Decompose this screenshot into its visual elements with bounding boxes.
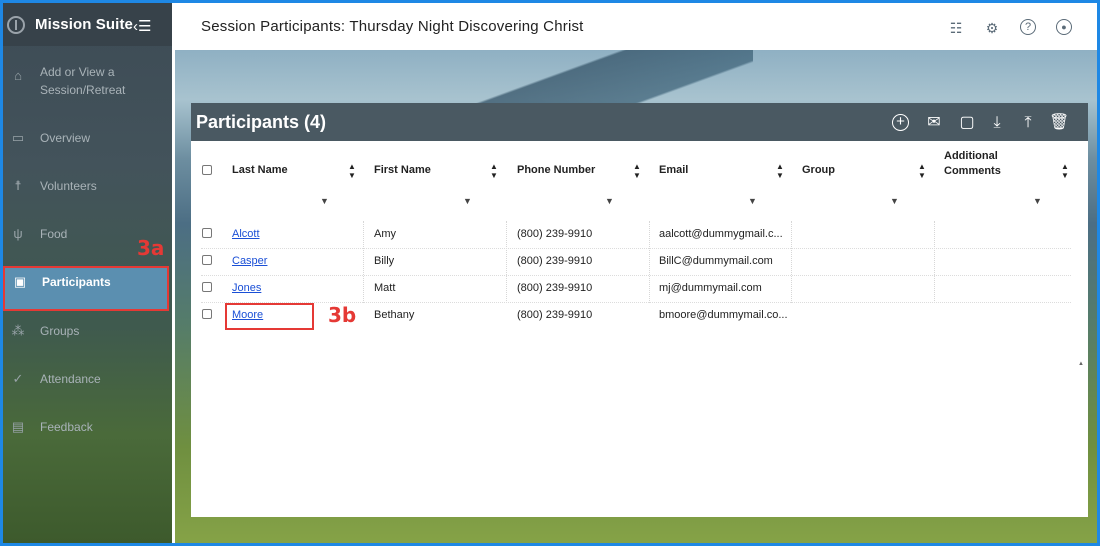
- collapse-menu-icon[interactable]: ‹☰: [133, 17, 151, 35]
- filter-icon[interactable]: ▼: [1033, 196, 1042, 206]
- sort-icon[interactable]: ▲ ▼: [490, 162, 498, 180]
- sidebar-item-label: Groups: [40, 324, 80, 338]
- message-icon[interactable]: ▢: [957, 113, 977, 133]
- top-bar: Session Participants: Thursday Night Dis…: [175, 6, 1097, 50]
- settings-icon[interactable]: ⚙: [983, 19, 1001, 37]
- column-divider: [363, 221, 364, 303]
- sidebar-item-attendance[interactable]: ✓ Attendance: [3, 369, 169, 389]
- panel-header: Participants (4) + ✉ ▢ ⤓ ⤒ 🗑: [191, 103, 1088, 141]
- column-header-first-name[interactable]: First Name: [374, 164, 431, 176]
- panel-title: Participants (4): [196, 112, 327, 132]
- feedback-icon: ▤: [11, 419, 25, 434]
- email-cell: BillC@dummymail.com: [659, 255, 773, 267]
- sidebar-item-overview[interactable]: ▭ Overview: [3, 128, 169, 148]
- first-name-cell: Amy: [374, 228, 396, 240]
- filter-icon[interactable]: ▼: [605, 196, 614, 206]
- account-icon[interactable]: ●: [1056, 19, 1072, 35]
- sidebar-item-label: Attendance: [40, 372, 101, 386]
- column-header-last-name[interactable]: Last Name: [232, 164, 288, 176]
- column-header-additional-comments[interactable]: Additional Comments: [944, 149, 1024, 179]
- sidebar-item-add-session[interactable]: ⌂ Add or View a Session/Retreat: [3, 61, 169, 101]
- sidebar-item-participants[interactable]: ▣ Participants: [3, 266, 169, 311]
- sidebar-header: Mission Suite ‹☰: [3, 3, 172, 46]
- last-name-link[interactable]: Casper: [232, 255, 267, 267]
- sort-icon[interactable]: ▲ ▼: [633, 162, 641, 180]
- last-name-link[interactable]: Alcott: [232, 228, 260, 240]
- last-name-link[interactable]: Jones: [232, 282, 261, 294]
- row-divider: [201, 275, 1071, 276]
- sidebar-item-groups[interactable]: ⁂ Groups: [3, 321, 169, 341]
- upload-icon[interactable]: ⤒: [1018, 113, 1038, 133]
- window-frame: Mission Suite ‹☰ ⌂ Add or View a Session…: [0, 0, 1100, 546]
- filter-icon[interactable]: ▼: [890, 196, 899, 206]
- scrollbar-arrow-icon[interactable]: ▲: [1078, 361, 1084, 367]
- help-icon[interactable]: ?: [1020, 19, 1036, 35]
- email-cell: bmoore@dummymail.co...: [659, 309, 788, 321]
- calendar-icon: ▭: [11, 130, 25, 145]
- first-name-cell: Billy: [374, 255, 395, 267]
- select-all-checkbox[interactable]: [202, 165, 212, 175]
- sidebar-item-label: Participants: [42, 275, 111, 289]
- sidebar-item-label: Feedback: [40, 420, 93, 434]
- annotation-3b: 3b: [328, 303, 357, 327]
- sidebar-item-label: Volunteers: [40, 179, 97, 193]
- page-title: Session Participants: Thursday Night Dis…: [201, 18, 584, 35]
- contact-card-icon: ▣: [13, 274, 27, 289]
- attendance-icon: ✓: [12, 371, 24, 386]
- email-icon[interactable]: ✉: [924, 113, 944, 133]
- sidebar-item-volunteers[interactable]: ☨ Volunteers: [3, 176, 169, 196]
- highlight-box: [225, 303, 314, 330]
- sidebar: Mission Suite ‹☰ ⌂ Add or View a Session…: [3, 3, 172, 543]
- participants-panel: Participants (4) + ✉ ▢ ⤓ ⤒ 🗑 Last Name ▲…: [191, 103, 1088, 517]
- filter-icon[interactable]: ▼: [320, 196, 329, 206]
- column-divider: [934, 221, 935, 303]
- phone-cell: (800) 239-9910: [517, 309, 593, 321]
- email-cell: aalcott@dummygmail.c...: [659, 228, 783, 240]
- sort-icon[interactable]: ▲ ▼: [918, 162, 926, 180]
- annotation-3a: 3a: [137, 236, 165, 260]
- column-divider: [506, 221, 507, 303]
- email-cell: mj@dummymail.com: [659, 282, 762, 294]
- sidebar-item-label: Add or View a Session/Retreat: [40, 65, 126, 97]
- first-name-cell: Bethany: [374, 309, 415, 321]
- home-icon: ⌂: [14, 68, 22, 83]
- add-icon[interactable]: +: [892, 114, 909, 131]
- row-checkbox[interactable]: [202, 282, 212, 292]
- row-checkbox[interactable]: [202, 255, 212, 265]
- column-header-group[interactable]: Group: [802, 164, 835, 176]
- column-divider: [649, 221, 650, 303]
- row-divider: [201, 248, 1071, 249]
- app-name: Mission Suite: [35, 16, 133, 33]
- sort-icon[interactable]: ▲ ▼: [1061, 162, 1069, 180]
- sidebar-item-label: Food: [40, 227, 68, 241]
- phone-cell: (800) 239-9910: [517, 228, 593, 240]
- first-name-cell: Matt: [374, 282, 396, 294]
- sort-icon[interactable]: ▲ ▼: [348, 162, 356, 180]
- person-icon: ☨: [14, 178, 22, 193]
- groups-icon: ⁂: [11, 323, 25, 338]
- row-checkbox[interactable]: [202, 228, 212, 238]
- sidebar-item-feedback[interactable]: ▤ Feedback: [3, 417, 169, 437]
- sort-icon[interactable]: ▲ ▼: [776, 162, 784, 180]
- sidebar-item-label: Overview: [40, 131, 91, 145]
- filter-icon[interactable]: ▼: [463, 196, 472, 206]
- phone-cell: (800) 239-9910: [517, 282, 593, 294]
- column-divider: [791, 221, 792, 303]
- phone-cell: (800) 239-9910: [517, 255, 593, 267]
- column-header-email[interactable]: Email: [659, 164, 688, 176]
- filter-icon[interactable]: ▼: [748, 196, 757, 206]
- column-header-phone-number[interactable]: Phone Number: [517, 164, 595, 176]
- delete-icon[interactable]: 🗑: [1049, 113, 1069, 133]
- utensils-icon: ψ: [13, 226, 23, 241]
- download-icon[interactable]: ⤓: [987, 113, 1007, 133]
- app-logo-icon: [7, 15, 25, 34]
- row-checkbox[interactable]: [202, 309, 212, 319]
- chat-icon[interactable]: ☷: [947, 19, 965, 37]
